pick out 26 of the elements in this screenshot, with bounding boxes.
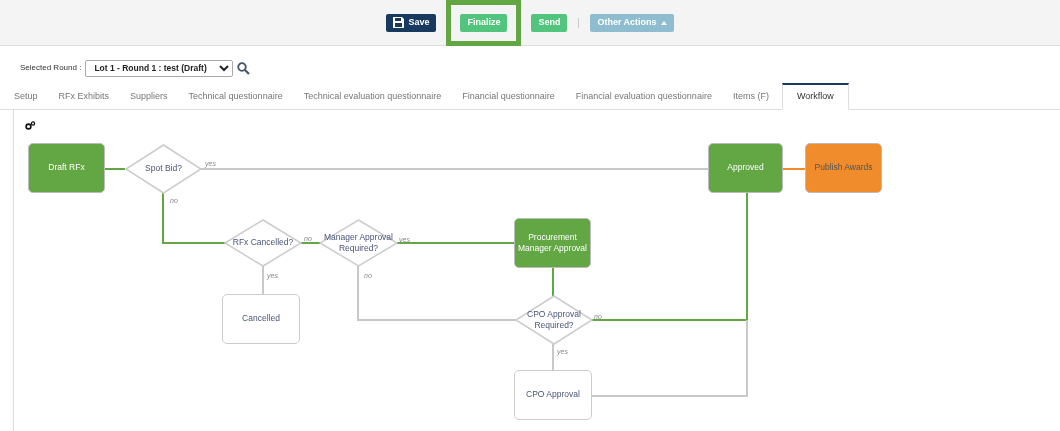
tab[interactable]: Suppliers — [130, 90, 168, 110]
decision-node: Manager Approval Required? — [319, 219, 398, 267]
gears-icon[interactable] — [25, 121, 36, 130]
tab[interactable]: Workflow — [781, 83, 849, 110]
process-node: CPO Approval — [514, 370, 592, 420]
save-icon — [393, 17, 405, 28]
process-node: Approved — [708, 143, 783, 193]
tab[interactable]: Technical questionnaire — [188, 90, 283, 110]
tab[interactable]: RFx Exhibits — [58, 90, 110, 110]
search-icon[interactable] — [237, 61, 251, 75]
tab[interactable]: Financial evaluation questionnaire — [575, 90, 712, 110]
tab[interactable]: Financial questionnaire — [462, 90, 555, 110]
round-select[interactable]: Lot 1 - Round 1 : test (Draft) — [85, 59, 234, 77]
process-node: Publish Awards — [805, 143, 882, 193]
caret-icon — [660, 20, 667, 25]
decision-node: RFx Cancelled? — [224, 219, 302, 267]
save-button[interactable]: Save — [386, 13, 437, 32]
round-label: Selected Round : — [20, 62, 82, 74]
tab[interactable]: Setup — [14, 90, 38, 110]
process-node: Cancelled — [222, 294, 300, 344]
process-node: Draft RFx — [28, 143, 105, 193]
tab[interactable]: Items (F) — [732, 90, 769, 110]
decision-node: Spot Bid? — [125, 144, 202, 194]
decision-node: CPO Approval Required? — [515, 295, 593, 345]
tab[interactable]: Technical evaluation questionnaire — [303, 90, 442, 110]
process-node: Procurement Manager Approval — [514, 218, 591, 268]
